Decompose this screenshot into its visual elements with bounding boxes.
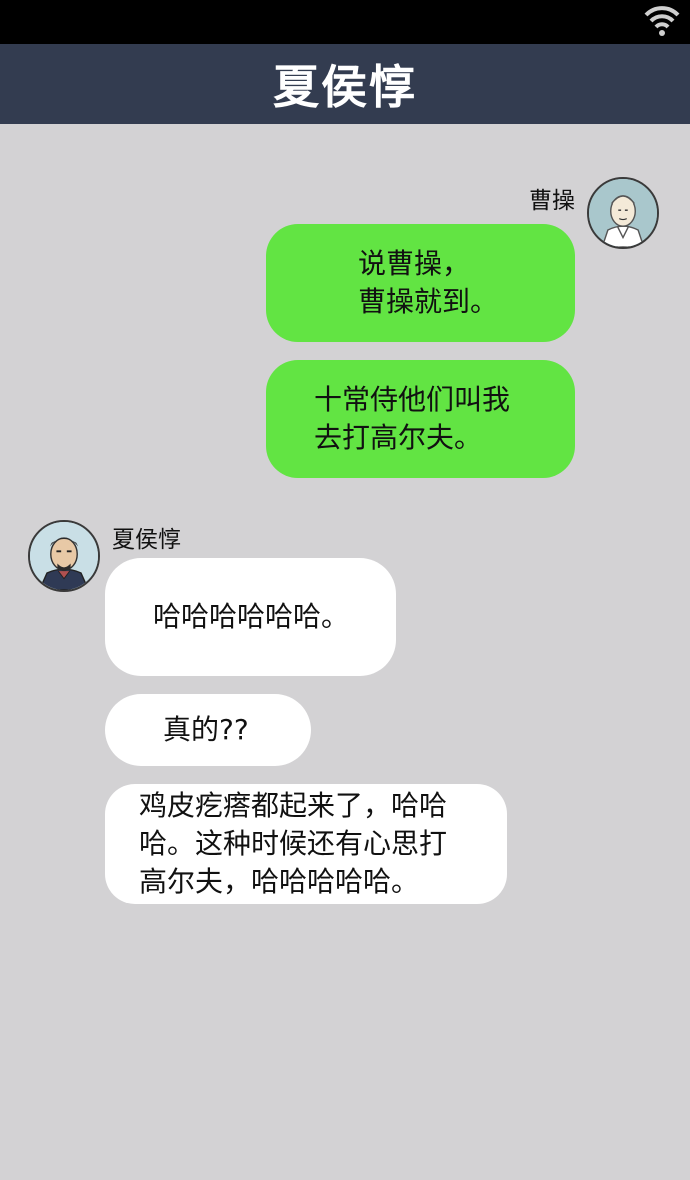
status-bar: [0, 0, 690, 44]
message-bubble-outgoing[interactable]: 十常侍他们叫我 去打高尔夫。: [266, 360, 575, 478]
message-text: 哈哈哈哈哈哈。: [153, 600, 350, 633]
message-text: 十常侍他们叫我 去打高尔夫。: [314, 383, 511, 454]
message-bubble-outgoing[interactable]: 说曹操， 曹操就到。: [266, 224, 575, 342]
message-text: 鸡皮疙瘩都起来了，哈哈 哈。这种时候还有心思打 高尔夫，哈哈哈哈哈。: [139, 789, 448, 898]
cao-cao-avatar[interactable]: [587, 177, 659, 249]
title-bar: 夏侯惇: [0, 44, 690, 124]
sender-name-cao-cao: 曹操: [529, 188, 575, 214]
sender-name-xiahou-dun: 夏侯惇: [112, 527, 181, 553]
message-bubble-incoming[interactable]: 鸡皮疙瘩都起来了，哈哈 哈。这种时候还有心思打 高尔夫，哈哈哈哈哈。: [105, 784, 507, 904]
page-title: 夏侯惇: [273, 60, 417, 114]
xiahou-dun-avatar[interactable]: [28, 520, 100, 592]
wifi-icon: [644, 6, 680, 36]
message-bubble-incoming[interactable]: 哈哈哈哈哈哈。: [105, 558, 396, 676]
message-text: 真的??: [163, 713, 249, 746]
message-text: 说曹操， 曹操就到。: [358, 247, 499, 318]
message-bubble-incoming[interactable]: 真的??: [105, 694, 311, 766]
chat-area[interactable]: 曹操 说曹操， 曹操就到。 十常侍他们叫我 去打高尔夫。 夏侯惇 哈哈哈哈哈哈。…: [0, 124, 690, 1180]
